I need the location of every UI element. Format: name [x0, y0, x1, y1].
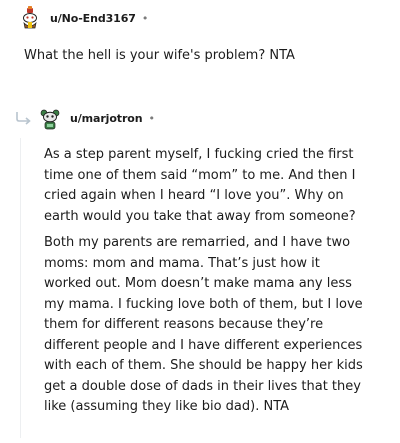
comment-header: u/marjotron •	[14, 104, 155, 132]
comment-paragraph: As a step parent myself, I fucking cried…	[44, 147, 356, 224]
thread-line[interactable]	[20, 138, 21, 438]
comment-header: u/No-End3167 •	[18, 4, 148, 32]
user-avatar[interactable]	[18, 6, 42, 30]
snoo-avatar-icon	[38, 106, 62, 130]
snoo-avatar-icon	[18, 6, 42, 30]
username[interactable]: u/marjotron	[70, 112, 143, 125]
separator-dot: •	[148, 111, 155, 125]
comment-paragraph: Both my parents are remarried, and I hav…	[44, 235, 363, 414]
user-avatar[interactable]	[38, 106, 62, 130]
reply-arrow-icon	[16, 112, 31, 125]
separator-dot: •	[141, 11, 149, 25]
comment-body: What the hell is your wife's problem? NT…	[24, 48, 295, 63]
username[interactable]: u/No-End3167	[50, 12, 136, 25]
comment-body: As a step parent myself, I fucking cried…	[44, 145, 370, 424]
